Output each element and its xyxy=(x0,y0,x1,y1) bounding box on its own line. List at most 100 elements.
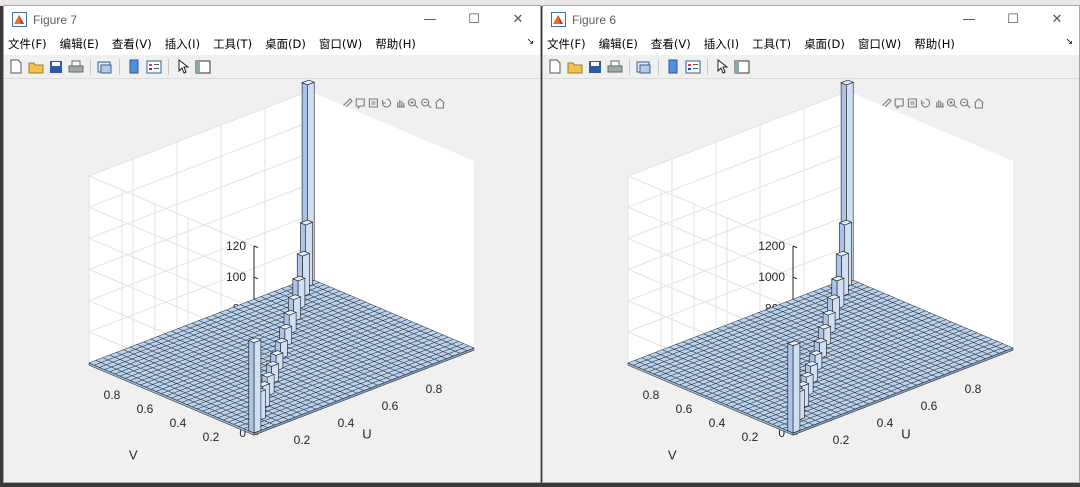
menu-window[interactable]: 窗口(W) xyxy=(858,36,901,52)
spike-bar[interactable] xyxy=(247,337,262,434)
home-icon-path xyxy=(435,98,445,109)
print-icon[interactable] xyxy=(607,59,623,75)
data-tip-icon[interactable] xyxy=(355,98,365,110)
menu-dock-arrow-icon[interactable]: ↘ xyxy=(526,37,534,47)
property-inspector-icon[interactable] xyxy=(195,59,211,75)
zoom-out-icon[interactable] xyxy=(421,98,432,109)
link-plot-icon[interactable] xyxy=(636,59,652,75)
toolbar-separator xyxy=(90,58,91,75)
title-bar[interactable]: Figure 6 — ☐ ✕ xyxy=(543,6,1079,33)
menu-file[interactable]: 文件(F) xyxy=(8,36,47,52)
menu-dock-arrow-icon[interactable]: ↘ xyxy=(1065,37,1073,47)
rotate-3d-icon[interactable] xyxy=(382,98,392,108)
menu-help[interactable]: 帮助(H) xyxy=(375,36,416,52)
menu-help[interactable]: 帮助(H) xyxy=(914,36,955,52)
u-tick-label: 0.2 xyxy=(294,433,311,447)
edit-plot-arrow-icon[interactable] xyxy=(714,59,730,75)
rotate-3d-icon-path xyxy=(382,98,392,108)
save-icon[interactable] xyxy=(587,59,603,75)
minimize-button[interactable]: — xyxy=(408,6,452,33)
v-tick-label: 0.2 xyxy=(742,430,759,444)
zoom-out-icon-path xyxy=(960,98,971,109)
menu-file[interactable]: 文件(F) xyxy=(547,36,586,52)
z-tick-label: 120 xyxy=(226,239,246,253)
zoom-out-icon[interactable] xyxy=(960,98,971,109)
legend-icon[interactable] xyxy=(146,59,162,75)
menu-window[interactable]: 窗口(W) xyxy=(319,36,362,52)
open-file-icon[interactable] xyxy=(567,59,583,75)
title-bar[interactable]: Figure 7 — ☐ ✕ xyxy=(4,6,540,33)
zoom-out-icon-path xyxy=(421,98,432,109)
axes-3d-chart[interactable]: 020040060080010001200频数0.20.40.60.8U0.20… xyxy=(543,78,1079,482)
menu-tools[interactable]: 工具(T) xyxy=(752,36,791,52)
toolbar-separator xyxy=(168,58,169,75)
open-file-icon[interactable] xyxy=(28,59,44,75)
property-inspector-icon[interactable] xyxy=(734,59,750,75)
bar-face-front xyxy=(253,339,262,434)
rotate-3d-icon-path xyxy=(921,98,931,108)
data-tip-icon[interactable] xyxy=(894,98,904,110)
save-icon[interactable] xyxy=(48,59,64,75)
menu-view[interactable]: 查看(V) xyxy=(651,36,691,52)
pan-hand-icon-path xyxy=(935,100,944,108)
linked-brush-icon[interactable] xyxy=(907,98,917,108)
menu-view[interactable]: 查看(V) xyxy=(112,36,152,52)
pan-hand-icon[interactable] xyxy=(396,100,405,108)
figure-6-window[interactable]: Figure 6 — ☐ ✕ 文件(F) 编辑(E) 查看(V) 插入(I) 工… xyxy=(542,5,1080,483)
maximize-button[interactable]: ☐ xyxy=(991,6,1035,33)
zoom-in-icon-path xyxy=(407,98,419,109)
linked-brush-icon[interactable] xyxy=(368,98,378,108)
v-tick-label: 0.8 xyxy=(643,388,660,402)
v-tick-label: 0.4 xyxy=(170,416,187,430)
menu-tools[interactable]: 工具(T) xyxy=(213,36,252,52)
close-button[interactable]: ✕ xyxy=(1035,6,1079,33)
new-figure-icon[interactable] xyxy=(547,59,563,75)
z-tick-label: 1200 xyxy=(758,239,785,253)
menu-bar: 文件(F) 编辑(E) 查看(V) 插入(I) 工具(T) 桌面(D) 窗口(W… xyxy=(4,33,540,55)
link-plot-icon[interactable] xyxy=(97,59,113,75)
menu-desktop[interactable]: 桌面(D) xyxy=(265,36,306,52)
menu-edit[interactable]: 编辑(E) xyxy=(60,36,99,52)
z-tick-label: 1000 xyxy=(758,270,785,284)
axes-toolbar[interactable] xyxy=(341,98,445,110)
zoom-in-icon[interactable] xyxy=(946,98,958,109)
colorbar-icon[interactable] xyxy=(126,59,142,75)
matlab-figure-icon xyxy=(12,12,27,27)
bar-face-front xyxy=(792,342,801,434)
rotate-3d-icon[interactable] xyxy=(921,98,931,108)
home-icon[interactable] xyxy=(435,98,445,109)
edit-plot-arrow-icon[interactable] xyxy=(175,59,191,75)
legend-icon[interactable] xyxy=(685,59,701,75)
u-tick-label: 0.6 xyxy=(382,399,399,413)
new-figure-icon[interactable] xyxy=(8,59,24,75)
u-tick-label: 0.4 xyxy=(338,416,355,430)
home-icon-path xyxy=(974,98,984,109)
toolbar-separator xyxy=(629,58,630,75)
minimize-button[interactable]: — xyxy=(947,6,991,33)
home-icon[interactable] xyxy=(974,98,984,109)
menu-desktop[interactable]: 桌面(D) xyxy=(804,36,845,52)
zoom-in-icon[interactable] xyxy=(407,98,419,109)
menu-insert[interactable]: 插入(I) xyxy=(704,36,739,52)
u-tick-label: 0.8 xyxy=(965,382,982,396)
colorbar-icon[interactable] xyxy=(665,59,681,75)
menu-insert[interactable]: 插入(I) xyxy=(165,36,200,52)
pan-hand-icon[interactable] xyxy=(935,100,944,108)
v-tick-label: 0.4 xyxy=(709,416,726,430)
plot-area[interactable]: 020406080100120c(u,v)0.20.40.60.8U0.20.4… xyxy=(4,78,540,482)
data-tip-icon-path xyxy=(894,98,904,110)
maximize-button[interactable]: ☐ xyxy=(452,6,496,33)
v-axis-label: V xyxy=(129,448,138,463)
u-tick-label: 0.2 xyxy=(833,433,850,447)
menu-edit[interactable]: 编辑(E) xyxy=(599,36,638,52)
axes-toolbar[interactable] xyxy=(880,98,984,110)
close-button[interactable]: ✕ xyxy=(496,6,540,33)
menu-bar: 文件(F) 编辑(E) 查看(V) 插入(I) 工具(T) 桌面(D) 窗口(W… xyxy=(543,33,1079,55)
figure-7-window[interactable]: Figure 7 — ☐ ✕ 文件(F) 编辑(E) 查看(V) 插入(I) 工… xyxy=(3,5,541,483)
plot-area[interactable]: 020040060080010001200频数0.20.40.60.8U0.20… xyxy=(543,78,1079,482)
v-tick-label: 0.8 xyxy=(104,388,121,402)
print-icon[interactable] xyxy=(68,59,84,75)
axes-3d-chart[interactable]: 020406080100120c(u,v)0.20.40.60.8U0.20.4… xyxy=(4,78,540,482)
linked-brush-icon-path xyxy=(368,98,378,108)
spike-bar[interactable] xyxy=(786,340,801,434)
